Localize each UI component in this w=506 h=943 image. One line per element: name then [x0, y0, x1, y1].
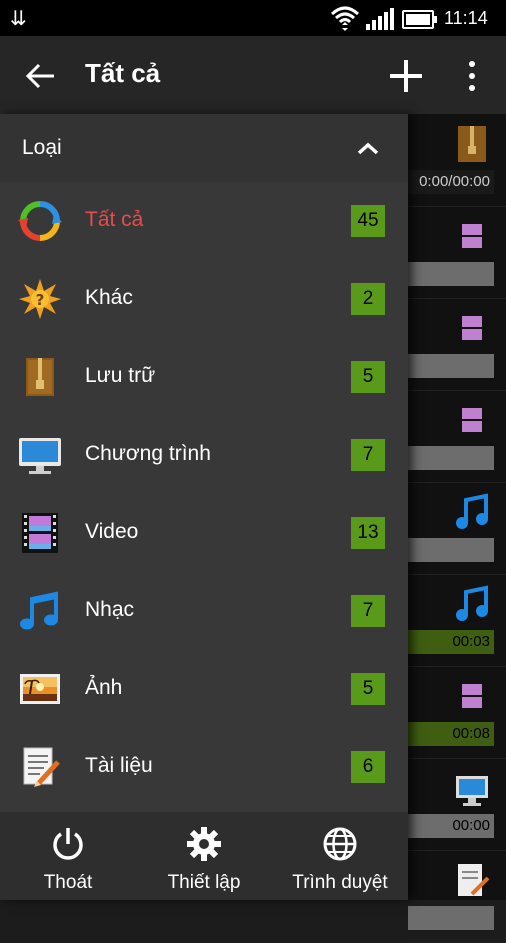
count-badge: 5: [351, 673, 385, 705]
archive-icon: [458, 126, 486, 162]
video-film-icon: [456, 220, 488, 252]
count-badge: 13: [351, 517, 385, 549]
category-section-header[interactable]: Loại: [0, 114, 408, 182]
settings-button[interactable]: Thiết lập: [136, 812, 272, 900]
category-item-programs[interactable]: Chương trình 7: [0, 416, 408, 494]
video-film-icon: [456, 680, 488, 712]
document-icon: [458, 864, 490, 896]
music-note-icon: [456, 493, 488, 529]
settings-label: Thiết lập: [167, 872, 241, 893]
count-badge: 2: [351, 283, 385, 315]
count-badge: 45: [351, 205, 385, 237]
category-label: Chương trình: [85, 442, 211, 465]
wifi-icon: [330, 6, 360, 31]
archive-icon: [26, 358, 54, 396]
progress-bar: [408, 354, 494, 378]
count-badge: 7: [351, 595, 385, 627]
list-item[interactable]: [408, 390, 506, 483]
download-list: 0:00/00:00 00:03 00:08 00:00: [408, 114, 506, 943]
progress-bar: 00:00: [408, 814, 494, 838]
list-item[interactable]: 00:08: [408, 666, 506, 759]
chevron-up-icon[interactable]: [356, 140, 380, 156]
video-film-icon: [456, 404, 488, 436]
exit-label: Thoát: [43, 872, 93, 893]
gear-icon: [187, 827, 221, 861]
progress-bar: [408, 262, 494, 286]
download-notification-icon: ⇊: [10, 6, 27, 30]
category-item-all[interactable]: Tất cả 45: [0, 182, 408, 260]
music-note-icon: [20, 591, 58, 630]
music-note-icon: [456, 585, 488, 621]
power-icon: [53, 828, 83, 860]
drawer-bottom-bar: Thoát Thiết lập Trình duyệt: [0, 812, 408, 900]
progress-bar: 00:03: [408, 630, 494, 654]
browser-button[interactable]: Trình duyệt: [272, 812, 408, 900]
category-label: Nhạc: [85, 598, 135, 621]
signal-icon: [366, 8, 394, 30]
question-star-icon: ?: [19, 279, 61, 319]
category-label: Lưu trữ: [85, 364, 156, 387]
section-label: Loại: [22, 136, 62, 159]
list-item[interactable]: 00:00: [408, 758, 506, 851]
navigation-drawer: Loại Tất cả 45 ? Khác 2 Lưu trữ 5 Chương…: [0, 114, 408, 900]
more-options-icon[interactable]: [460, 58, 484, 94]
category-label: Tài liệu: [85, 754, 153, 777]
monitor-icon: [19, 438, 61, 474]
category-label: Ảnh: [85, 676, 123, 699]
progress-bar: [408, 538, 494, 562]
category-label: Tất cả: [85, 208, 144, 231]
svg-text:?: ?: [36, 291, 45, 309]
status-bar: ⇊ 11:14: [0, 0, 506, 36]
list-item[interactable]: [408, 298, 506, 391]
list-item[interactable]: 0:00/00:00: [408, 114, 506, 207]
app-bar: Tất cả: [0, 36, 506, 114]
add-icon[interactable]: [386, 56, 426, 96]
list-item[interactable]: 00:03: [408, 574, 506, 667]
progress-bar: [408, 446, 494, 470]
refresh-arrows-icon: [18, 201, 62, 241]
page-title: Tất cả: [85, 58, 161, 88]
category-item-music[interactable]: Nhạc 7: [0, 572, 408, 650]
category-label: Khác: [85, 286, 133, 309]
category-item-photos[interactable]: Ảnh 5: [0, 650, 408, 728]
category-item-archive[interactable]: Lưu trữ 5: [0, 338, 408, 416]
browser-label: Trình duyệt: [292, 872, 388, 893]
video-film-icon: [456, 312, 488, 344]
list-item[interactable]: [408, 206, 506, 299]
category-item-documents[interactable]: Tài liệu 6: [0, 728, 408, 806]
category-item-other[interactable]: ? Khác 2: [0, 260, 408, 338]
count-badge: 5: [351, 361, 385, 393]
document-icon: [23, 747, 60, 787]
globe-icon: [323, 827, 357, 861]
category-label: Video: [85, 520, 139, 543]
list-item[interactable]: [408, 850, 506, 943]
progress-bar: 00:08: [408, 722, 494, 746]
exit-button[interactable]: Thoát: [0, 812, 136, 900]
clock: 11:14: [444, 8, 488, 28]
count-badge: 6: [351, 751, 385, 783]
category-item-video[interactable]: Video 13: [0, 494, 408, 572]
monitor-icon: [456, 776, 488, 806]
progress-bar: [408, 906, 494, 930]
battery-icon: [402, 10, 437, 29]
back-arrow-icon[interactable]: [20, 56, 60, 96]
photo-icon: [20, 674, 60, 704]
list-item[interactable]: [408, 482, 506, 575]
progress-text: 0:00/00:00: [408, 170, 494, 194]
video-film-icon: [22, 513, 58, 553]
count-badge: 7: [351, 439, 385, 471]
